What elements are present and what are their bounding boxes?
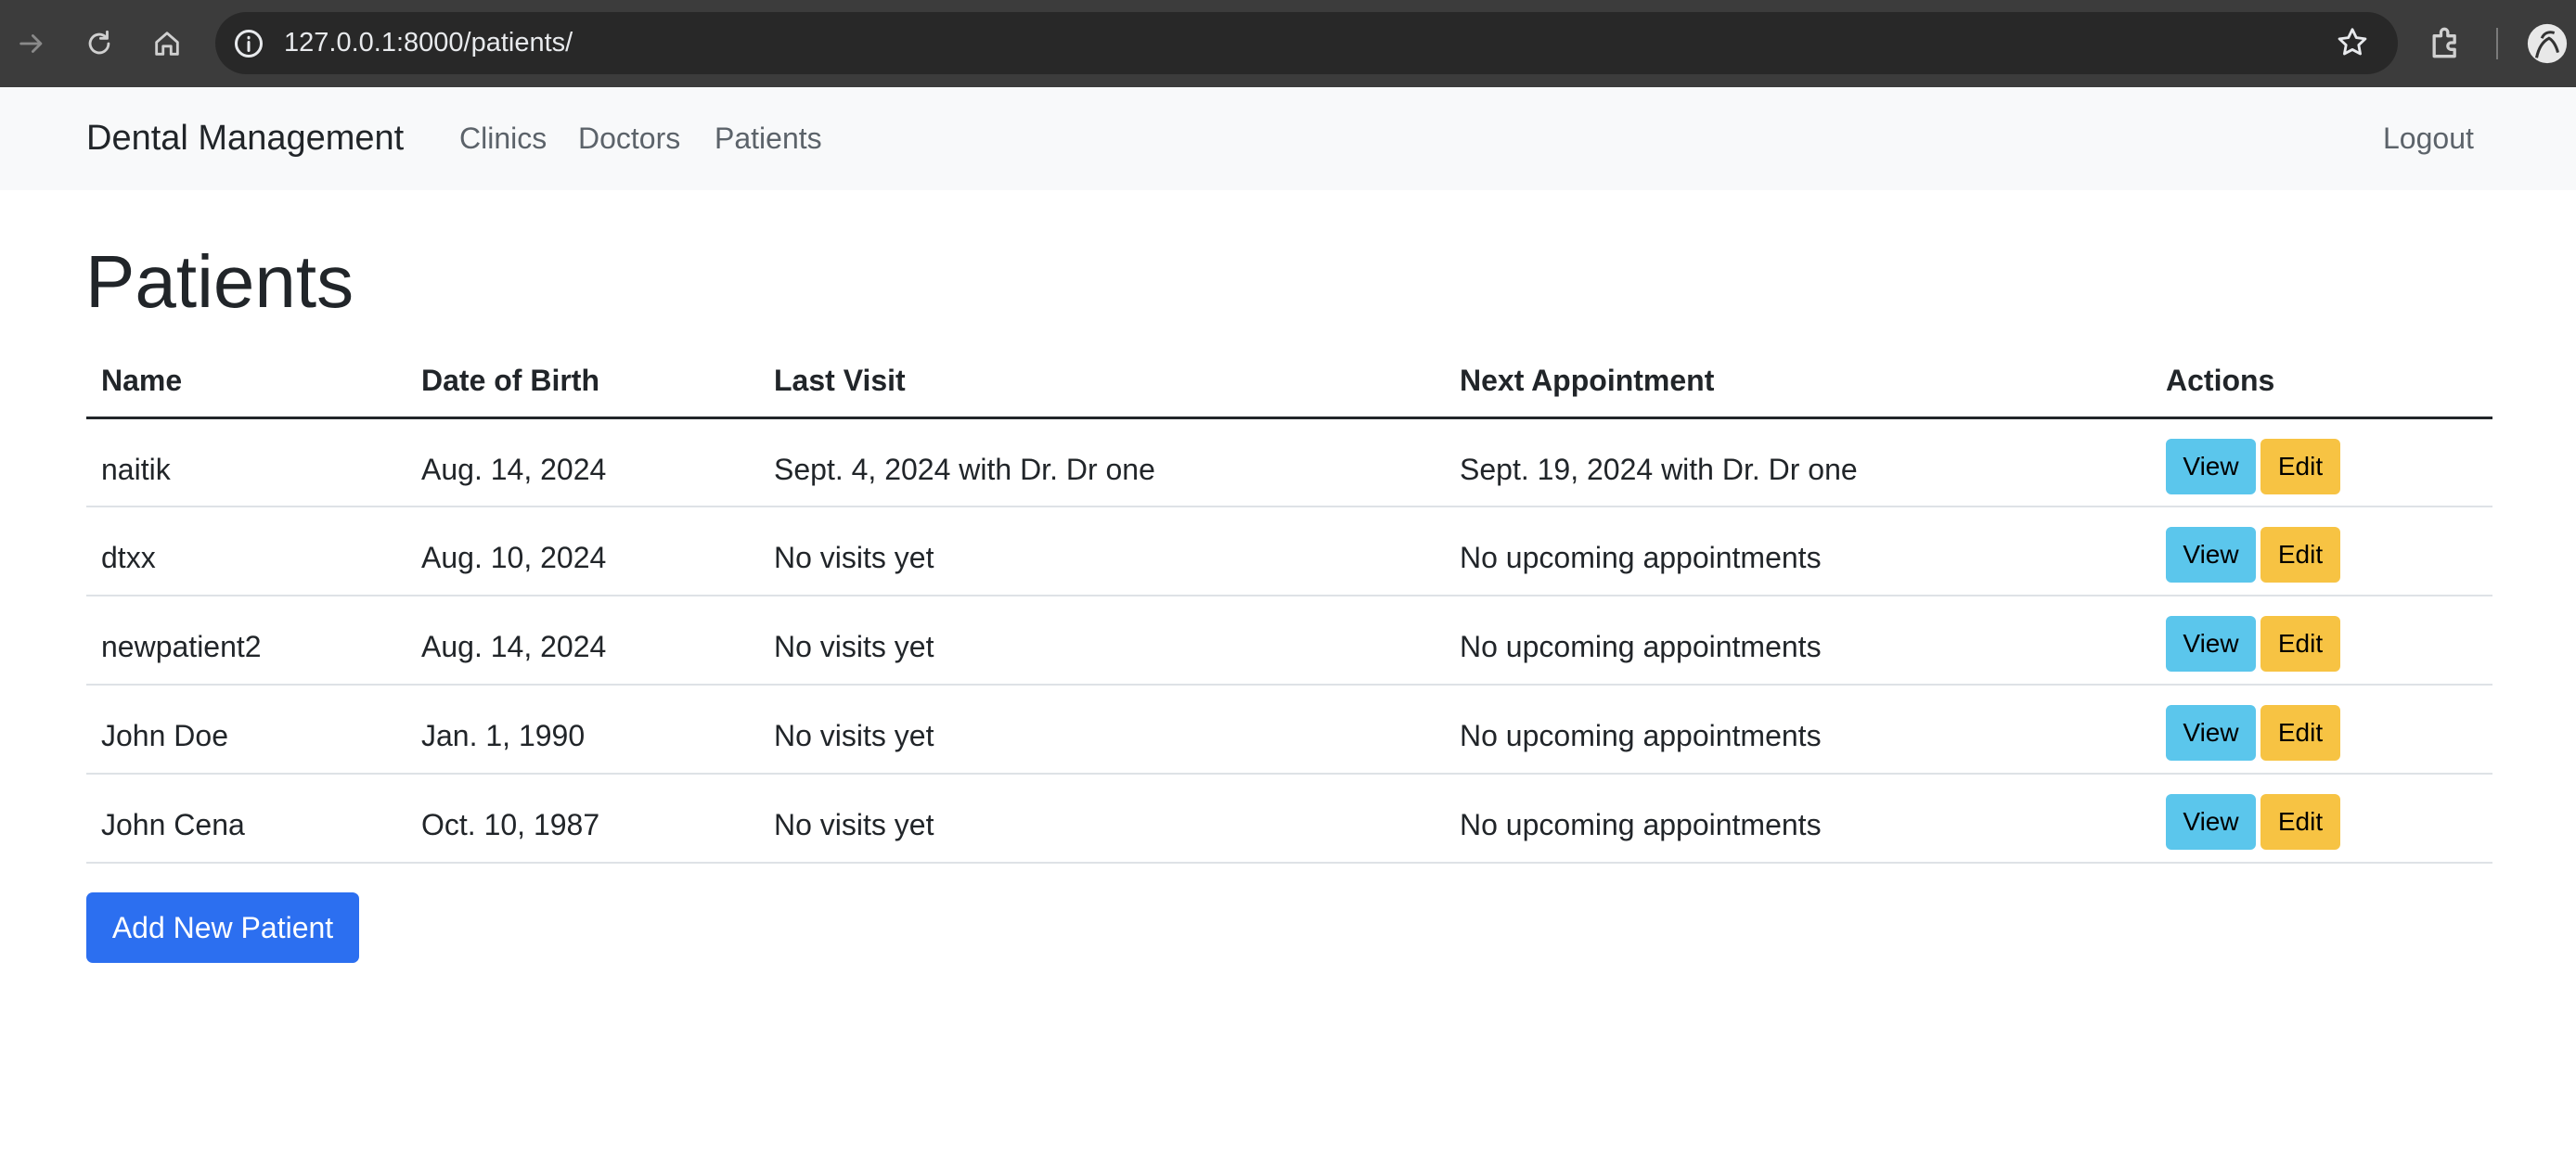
view-button[interactable]: View (2166, 794, 2256, 850)
patient-next-appointment: No upcoming appointments (1445, 506, 2151, 596)
patient-last-visit: No visits yet (759, 685, 1445, 775)
page-title: Patients (85, 240, 354, 323)
column-header-name: Name (86, 346, 406, 419)
patient-dob: Jan. 1, 1990 (406, 685, 759, 775)
patient-next-appointment: No upcoming appointments (1445, 685, 2151, 775)
edit-button[interactable]: Edit (2260, 438, 2340, 494)
edit-button[interactable]: Edit (2260, 527, 2340, 583)
table-row: John Doe Jan. 1, 1990 No visits yet No u… (86, 685, 2492, 775)
profile-icon[interactable] (2526, 22, 2569, 65)
edit-button[interactable]: Edit (2260, 705, 2340, 761)
patient-name: newpatient2 (86, 596, 406, 686)
edit-button[interactable]: Edit (2260, 616, 2340, 672)
patient-dob: Oct. 10, 1987 (406, 774, 759, 864)
site-navbar: Dental Management Clinics Doctors Patien… (0, 87, 2576, 190)
column-header-actions: Actions (2151, 346, 2492, 419)
table-row: newpatient2 Aug. 14, 2024 No visits yet … (86, 596, 2492, 686)
forward-icon[interactable] (8, 20, 55, 67)
reload-icon[interactable] (76, 20, 122, 67)
toolbar-divider (2496, 28, 2498, 59)
nav-link-clinics[interactable]: Clinics (459, 87, 547, 190)
table-header-row: Name Date of Birth Last Visit Next Appoi… (86, 346, 2492, 419)
home-icon[interactable] (144, 20, 190, 67)
site-info-icon[interactable] (232, 27, 265, 60)
bookmark-star-icon[interactable] (2335, 25, 2370, 60)
patients-table: Name Date of Birth Last Visit Next Appoi… (86, 346, 2492, 864)
patient-last-visit: No visits yet (759, 506, 1445, 596)
column-header-last-visit: Last Visit (759, 346, 1445, 419)
view-button[interactable]: View (2166, 705, 2256, 761)
patient-dob: Aug. 10, 2024 (406, 506, 759, 596)
add-new-patient-button[interactable]: Add New Patient (86, 892, 359, 963)
patient-name: naitik (86, 417, 406, 507)
table-row: dtxx Aug. 10, 2024 No visits yet No upco… (86, 506, 2492, 596)
row-actions: View Edit (2151, 506, 2492, 596)
patient-next-appointment: Sept. 19, 2024 with Dr. Dr one (1445, 417, 2151, 507)
patient-next-appointment: No upcoming appointments (1445, 596, 2151, 686)
nav-link-doctors[interactable]: Doctors (578, 87, 680, 190)
table-row: naitik Aug. 14, 2024 Sept. 4, 2024 with … (86, 417, 2492, 507)
browser-toolbar: 127.0.0.1:8000/patients/ (0, 0, 2576, 87)
logout-link[interactable]: Logout (2383, 87, 2474, 190)
url-text[interactable]: 127.0.0.1:8000/patients/ (284, 12, 573, 74)
row-actions: View Edit (2151, 596, 2492, 686)
table-row: John Cena Oct. 10, 1987 No visits yet No… (86, 774, 2492, 864)
view-button[interactable]: View (2166, 616, 2256, 672)
patient-next-appointment: No upcoming appointments (1445, 774, 2151, 864)
view-button[interactable]: View (2166, 438, 2256, 494)
brand-link[interactable]: Dental Management (86, 87, 404, 190)
patient-name: dtxx (86, 506, 406, 596)
row-actions: View Edit (2151, 685, 2492, 775)
address-bar[interactable]: 127.0.0.1:8000/patients/ (215, 12, 2398, 74)
view-button[interactable]: View (2166, 527, 2256, 583)
row-actions: View Edit (2151, 774, 2492, 864)
patient-last-visit: No visits yet (759, 596, 1445, 686)
edit-button[interactable]: Edit (2260, 794, 2340, 850)
extensions-icon[interactable] (2426, 22, 2467, 63)
patient-name: John Cena (86, 774, 406, 864)
nav-link-patients[interactable]: Patients (715, 87, 822, 190)
patient-dob: Aug. 14, 2024 (406, 417, 759, 507)
patient-last-visit: No visits yet (759, 774, 1445, 864)
column-header-dob: Date of Birth (406, 346, 759, 419)
patient-dob: Aug. 14, 2024 (406, 596, 759, 686)
column-header-next-appointment: Next Appointment (1445, 346, 2151, 419)
patient-name: John Doe (86, 685, 406, 775)
patient-last-visit: Sept. 4, 2024 with Dr. Dr one (759, 417, 1445, 507)
row-actions: View Edit (2151, 417, 2492, 507)
